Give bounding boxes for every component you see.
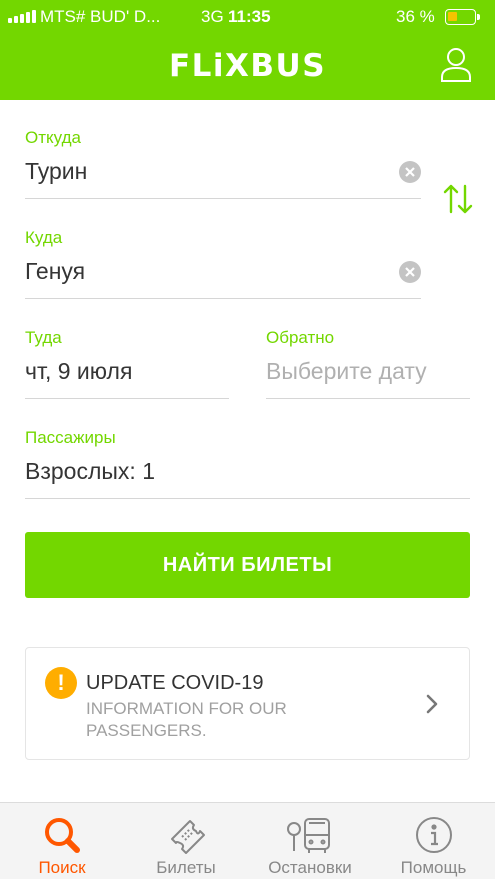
status-bar: MTS# BUD' D... 3G 11:35 36 % bbox=[0, 0, 495, 34]
find-tickets-button[interactable]: НАЙТИ БИЛЕТЫ bbox=[25, 532, 470, 598]
tab-stops[interactable]: Остановки bbox=[248, 803, 372, 879]
depart-value[interactable]: чт, 9 июля bbox=[25, 358, 132, 385]
swap-icon[interactable] bbox=[441, 182, 475, 216]
return-underline bbox=[266, 398, 470, 399]
tab-tickets[interactable]: Билеты bbox=[124, 803, 248, 879]
return-placeholder[interactable]: Выберите дату bbox=[266, 358, 427, 385]
bottom-tab-bar: Поиск Билеты Остановки Помощь bbox=[0, 802, 495, 879]
warning-icon: ! bbox=[45, 667, 77, 699]
return-date-field[interactable]: Обратно Выберите дату bbox=[266, 328, 470, 399]
covid-title: UPDATE COVID-19 bbox=[86, 672, 264, 694]
network-type: 3G bbox=[201, 7, 224, 26]
chevron-right-icon bbox=[424, 693, 440, 715]
passengers-underline bbox=[25, 498, 470, 499]
status-time: 11:35 bbox=[228, 7, 271, 26]
to-field[interactable]: Куда Генуя bbox=[25, 228, 421, 299]
passengers-value[interactable]: Взрослых: 1 bbox=[25, 458, 155, 485]
to-label: Куда bbox=[25, 228, 63, 247]
covid-info-card[interactable]: ! UPDATE COVID-19 INFORMATION FOR OUR PA… bbox=[25, 647, 470, 760]
search-icon bbox=[42, 815, 82, 855]
bus-stop-icon bbox=[285, 815, 335, 855]
to-underline bbox=[25, 298, 421, 299]
passengers-label: Пассажиры bbox=[25, 428, 116, 447]
battery-percent: 36 % bbox=[396, 7, 435, 26]
passengers-field[interactable]: Пассажиры Взрослых: 1 bbox=[25, 428, 470, 499]
tab-help[interactable]: Помощь bbox=[372, 803, 495, 879]
battery-icon bbox=[445, 9, 480, 25]
carrier-name: MTS# BUD' D... bbox=[40, 7, 161, 26]
from-label: Откуда bbox=[25, 128, 81, 147]
flixbus-logo: FLiXBUS bbox=[168, 48, 327, 84]
user-icon[interactable] bbox=[437, 46, 475, 84]
return-label: Обратно bbox=[266, 328, 335, 347]
to-value[interactable]: Генуя bbox=[25, 258, 85, 285]
depart-label: Туда bbox=[25, 328, 62, 347]
app-header: FLiXBUS bbox=[0, 34, 495, 100]
clear-from-icon[interactable] bbox=[399, 161, 421, 183]
tab-help-label: Помощь bbox=[400, 858, 467, 877]
tab-stops-label: Остановки bbox=[268, 858, 352, 877]
depart-underline bbox=[25, 398, 229, 399]
clear-to-icon[interactable] bbox=[399, 261, 421, 283]
info-icon bbox=[414, 815, 454, 855]
tab-search-label: Поиск bbox=[38, 858, 86, 877]
from-underline bbox=[25, 198, 421, 199]
signal-icon bbox=[8, 10, 38, 23]
covid-subtitle: INFORMATION FOR OUR PASSENGERS. bbox=[86, 699, 287, 740]
ticket-icon bbox=[166, 815, 206, 855]
from-field[interactable]: Откуда Турин bbox=[25, 128, 421, 199]
tab-tickets-label: Билеты bbox=[156, 858, 216, 877]
from-value[interactable]: Турин bbox=[25, 158, 87, 185]
tab-search[interactable]: Поиск bbox=[0, 803, 124, 879]
depart-date-field[interactable]: Туда чт, 9 июля bbox=[25, 328, 229, 399]
